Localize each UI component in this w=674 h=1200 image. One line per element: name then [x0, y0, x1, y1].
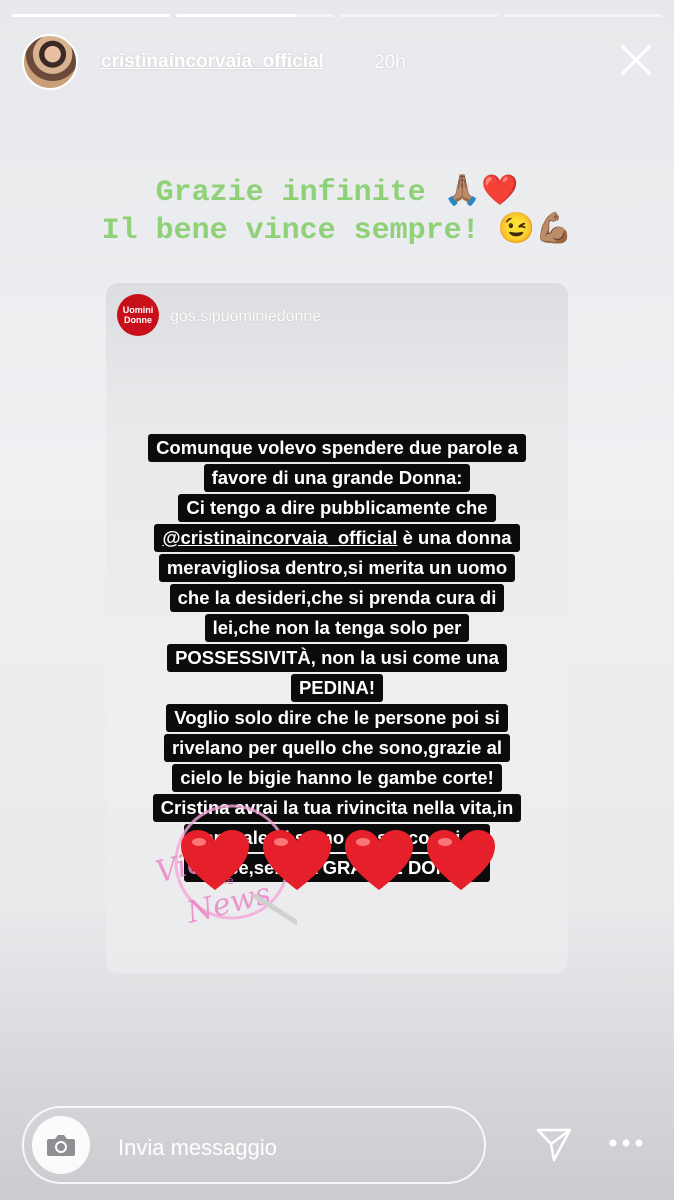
quote-line: rivelano per quello che sono,grazie al: [163, 734, 510, 762]
timestamp: 20h: [374, 52, 406, 73]
quote-line: Ci tengo a dire pubblicamente che: [178, 494, 496, 522]
post-author-logo[interactable]: Uomini Donne: [117, 294, 159, 336]
hearts-row: Vicolo delle News: [152, 804, 509, 931]
caption-line-2: Il bene vince sempre! 😉💪🏽: [101, 214, 573, 248]
quote-line: lei,che non la tenga solo per: [204, 614, 470, 642]
progress-segment: [340, 14, 498, 17]
quote-line: Comunque volevo spendere due parole a: [148, 434, 526, 462]
heart-icon: [263, 830, 331, 890]
caption-line-1: Grazie infinite 🙏🏽❤️: [155, 176, 519, 210]
message-input[interactable]: [116, 1130, 460, 1166]
heart-icon: [345, 830, 413, 890]
camera-icon: [47, 1135, 75, 1156]
quote-line: @cristinaincorvaia_official è una donna: [154, 524, 520, 552]
username[interactable]: cristinaincorvaia_official: [101, 51, 324, 73]
quote-line: meravigliosa dentro,si merita un uomo: [158, 554, 516, 582]
progress-segment: [176, 14, 334, 17]
heart-icon: [181, 830, 249, 890]
progress-fill: [12, 14, 170, 17]
close-icon: [620, 44, 652, 76]
close-button[interactable]: [616, 40, 656, 80]
quote-line: favore di una grande Donna:: [203, 464, 471, 492]
story-header: cristinaincorvaia_official 20h: [22, 34, 656, 90]
mention-link[interactable]: @cristinaincorvaia_official: [162, 527, 397, 548]
quote-line: cielo le bigie hanno le gambe corte!: [172, 764, 502, 792]
more-options-button[interactable]: [606, 1136, 646, 1150]
story-caption: Grazie infinite 🙏🏽❤️ Il bene vince sempr…: [0, 174, 674, 250]
heart-icon: [427, 830, 495, 890]
post-author-handle[interactable]: gos.sipuominiedonne: [170, 308, 321, 326]
message-box: [22, 1106, 486, 1184]
quote-line: che la desideri,che si prenda cura di: [169, 584, 505, 612]
camera-button[interactable]: [32, 1116, 90, 1174]
send-icon: [536, 1128, 572, 1162]
quote-line: POSSESSIVITÀ, non la usi come una: [167, 644, 507, 672]
shared-post-card[interactable]: Uomini Donne gos.sipuominiedonne Comunqu…: [106, 283, 568, 973]
progress-fill: [176, 14, 295, 17]
quote-line: Voglio solo dire che le persone poi si: [166, 704, 508, 732]
progress-segment: [12, 14, 170, 17]
more-icon: [609, 1139, 643, 1147]
progress-segment: [504, 14, 662, 17]
avatar[interactable]: [22, 34, 78, 90]
send-button[interactable]: [534, 1124, 574, 1164]
quote-line: PEDINA!: [290, 674, 384, 702]
story-progress-bar: [12, 14, 662, 17]
bottom-bar: [22, 1106, 656, 1184]
